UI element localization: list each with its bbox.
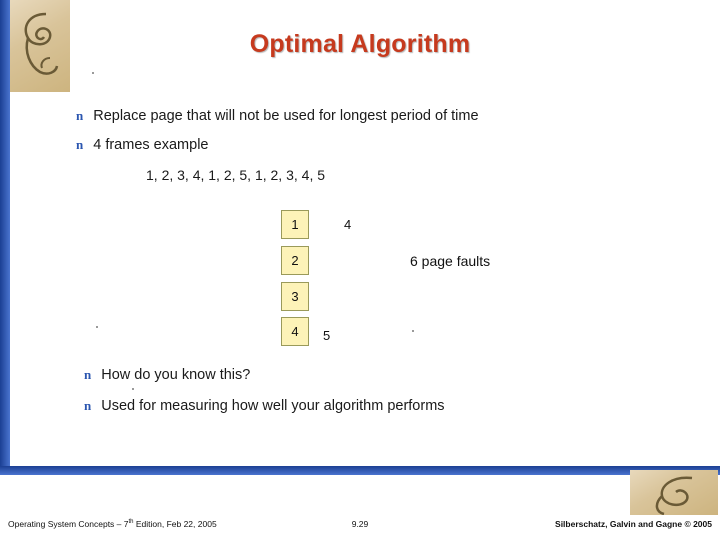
frame-cell: 1: [281, 210, 309, 239]
decorative-artwork-bottom-right: [630, 470, 718, 515]
bullet-marker-icon: n: [76, 108, 84, 123]
bullet-text: 4 frames example: [93, 137, 209, 153]
page-title: Optimal Algorithm: [249, 30, 471, 58]
left-accent-band-gradient: [0, 0, 10, 466]
bullet-marker-icon: n: [84, 398, 92, 413]
spiral-ornament-icon: [655, 476, 693, 515]
footer-copyright: Silberschatz, Galvin and Gagne © 2005: [555, 519, 712, 529]
bullet-marker-icon: n: [84, 367, 92, 382]
artifact-dot: [132, 388, 134, 390]
frame-cell: 3: [281, 282, 309, 311]
artifact-dot: [92, 72, 94, 74]
artifact-dot: [412, 330, 414, 332]
frame-cell: 2: [281, 246, 309, 275]
bullet-item-replace-page: n Replace page that will not be used for…: [76, 108, 479, 125]
bullet-item-used-for-measuring: n Used for measuring how well your algor…: [84, 398, 445, 415]
bullet-text: Replace page that will not be used for l…: [93, 108, 479, 124]
bullet-text: Used for measuring how well your algorit…: [101, 398, 445, 414]
bullet-item-frames-example: n 4 frames example: [76, 137, 208, 154]
replacement-number-top: 4: [344, 217, 352, 232]
page-faults-label: 6 page faults: [410, 253, 491, 269]
replacement-number-bottom: 5: [323, 328, 331, 343]
bullet-text: How do you know this?: [101, 367, 251, 383]
bottom-accent-bar: [0, 466, 720, 475]
bullet-item-how-do-you-know: n How do you know this?: [84, 367, 250, 384]
frame-cell: 4: [281, 317, 309, 346]
reference-string: 1, 2, 3, 4, 1, 2, 5, 1, 2, 3, 4, 5: [146, 167, 326, 183]
bullet-marker-icon: n: [76, 137, 84, 152]
artifact-dot: [96, 326, 98, 328]
left-accent-band: [0, 0, 10, 466]
